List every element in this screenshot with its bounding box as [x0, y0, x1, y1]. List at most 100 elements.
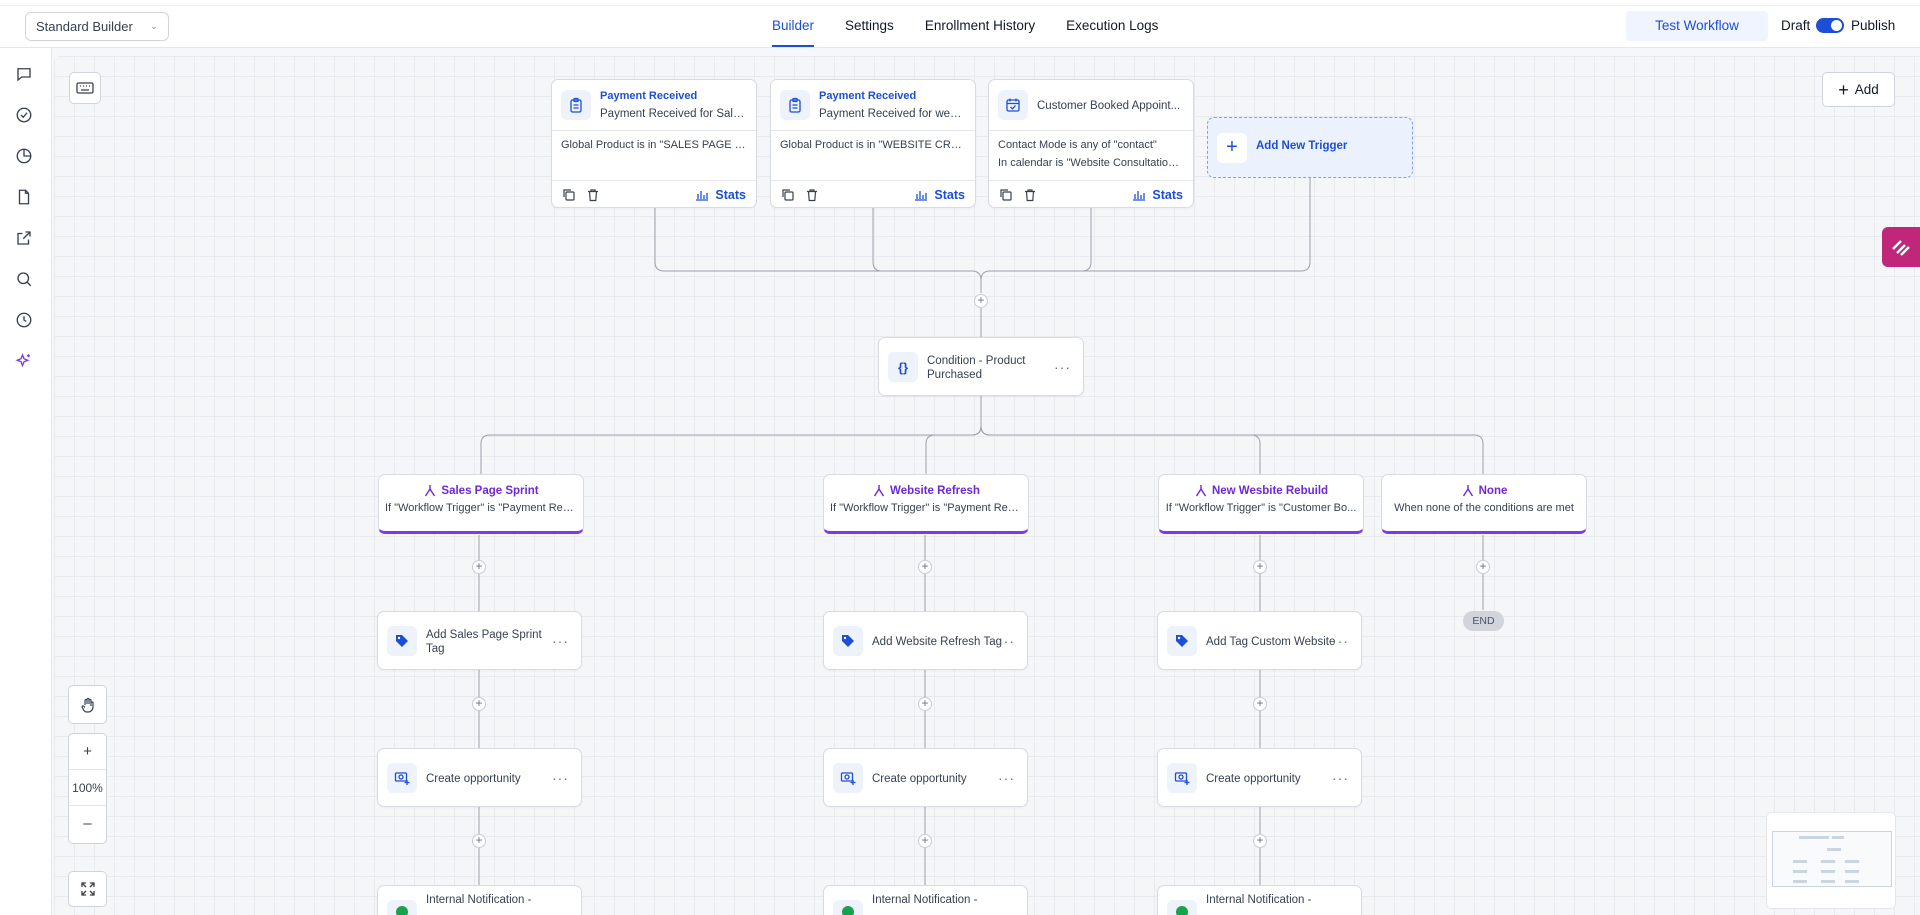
- opportunity-icon: [387, 763, 417, 793]
- add-button[interactable]: + Add: [1822, 72, 1895, 107]
- add-step-plus[interactable]: +: [1253, 834, 1267, 848]
- search-icon[interactable]: [15, 270, 35, 290]
- stats-button[interactable]: Stats: [914, 188, 965, 202]
- more-options-icon[interactable]: ···: [1054, 359, 1071, 375]
- stats-button[interactable]: Stats: [1132, 188, 1183, 202]
- external-link-icon[interactable]: [15, 229, 35, 249]
- tab-execution-logs[interactable]: Execution Logs: [1066, 0, 1158, 48]
- divider: [989, 180, 1193, 181]
- add-step-plus[interactable]: +: [918, 560, 932, 574]
- check-circle-icon[interactable]: [15, 106, 35, 126]
- branch-none[interactable]: None When none of the conditions are met: [1381, 474, 1587, 534]
- branch-icon: [425, 485, 436, 497]
- branch-icon: [873, 485, 885, 497]
- trash-icon[interactable]: [1023, 188, 1037, 202]
- add-step-plus[interactable]: +: [918, 697, 932, 711]
- plus-icon: +: [1217, 133, 1247, 163]
- ai-sparkle-icon[interactable]: [15, 352, 35, 372]
- tab-enrollment-history[interactable]: Enrollment History: [925, 0, 1035, 48]
- action-internal-notification[interactable]: Internal Notification -: [823, 885, 1028, 915]
- pie-chart-icon[interactable]: [15, 147, 35, 167]
- action-create-opportunity[interactable]: Create opportunity ···: [377, 748, 582, 807]
- more-options-icon[interactable]: ···: [998, 633, 1015, 649]
- add-step-plus[interactable]: +: [974, 294, 988, 308]
- brand-widget-tab[interactable]: [1882, 227, 1920, 267]
- history-icon[interactable]: [15, 311, 35, 331]
- trigger-card-2[interactable]: Payment Received Payment Received for we…: [770, 79, 976, 208]
- plus-icon: +: [1838, 79, 1849, 100]
- action-add-tag[interactable]: Add Sales Page Sprint Tag ···: [377, 611, 582, 670]
- action-internal-notification[interactable]: Internal Notification -: [1157, 885, 1362, 915]
- add-step-plus[interactable]: +: [472, 834, 486, 848]
- minimap-node: [1821, 870, 1835, 873]
- action-internal-notification[interactable]: Internal Notification -: [377, 885, 582, 915]
- add-new-trigger-label: Add New Trigger: [1256, 140, 1348, 152]
- more-options-icon[interactable]: ···: [1332, 633, 1349, 649]
- trigger-card-1[interactable]: Payment Received Payment Received for Sa…: [551, 79, 757, 208]
- bar-chart-icon: [696, 191, 709, 201]
- more-options-icon[interactable]: ···: [552, 770, 569, 786]
- minimap-node: [1821, 880, 1835, 883]
- branch-sales-page-sprint[interactable]: Sales Page Sprint If "Workflow Trigger" …: [378, 474, 584, 534]
- add-step-plus[interactable]: +: [472, 697, 486, 711]
- branch-title: Sales Page Sprint: [441, 485, 539, 497]
- opportunity-icon: [1167, 763, 1197, 793]
- publish-label: Publish: [1851, 18, 1896, 33]
- condition-label-line1: Condition - Product: [927, 355, 1026, 367]
- add-step-plus[interactable]: +: [1476, 560, 1490, 574]
- stats-button[interactable]: Stats: [695, 188, 746, 202]
- comment-icon[interactable]: [15, 65, 35, 85]
- trash-icon[interactable]: [805, 188, 819, 202]
- fit-view-button[interactable]: [68, 871, 107, 907]
- trigger-subtitle: Payment Received for webs...: [819, 108, 967, 120]
- trigger-title: Payment Received: [819, 90, 917, 102]
- action-create-opportunity[interactable]: Create opportunity ···: [1157, 748, 1362, 807]
- action-create-opportunity[interactable]: Create opportunity ···: [823, 748, 1028, 807]
- trigger-card-3[interactable]: Customer Booked Appoint... Contact Mode …: [988, 79, 1194, 208]
- add-step-plus[interactable]: +: [1253, 697, 1267, 711]
- copy-icon[interactable]: [781, 188, 795, 202]
- minimap-node: [1793, 880, 1807, 883]
- file-icon[interactable]: [15, 188, 35, 208]
- zoom-out-button[interactable]: –: [69, 806, 106, 842]
- branch-subtitle: If "Workflow Trigger" is "Payment Rec...: [830, 502, 1022, 514]
- copy-icon[interactable]: [562, 188, 576, 202]
- add-button-label: Add: [1854, 82, 1879, 97]
- keyboard-shortcuts-button[interactable]: [69, 72, 101, 104]
- more-options-icon[interactable]: ···: [1332, 770, 1349, 786]
- trigger-subtitle: Customer Booked Appoint...: [1037, 100, 1181, 112]
- add-new-trigger-button[interactable]: + Add New Trigger: [1207, 117, 1413, 178]
- top-bar: Standard Builder ⌄ Builder Settings Enro…: [0, 0, 1920, 48]
- bar-chart-icon: [915, 191, 928, 201]
- tab-settings[interactable]: Settings: [845, 0, 894, 48]
- minimap-node: [1799, 836, 1829, 839]
- branch-new-website-rebuild[interactable]: New Wesbite Rebuild If "Workflow Trigger…: [1158, 474, 1364, 534]
- test-workflow-button[interactable]: Test Workflow: [1626, 11, 1768, 41]
- more-options-icon[interactable]: ···: [998, 770, 1015, 786]
- zoom-in-button[interactable]: +: [69, 734, 106, 770]
- add-step-plus[interactable]: +: [1253, 560, 1267, 574]
- builder-mode-select[interactable]: Standard Builder ⌄: [25, 12, 169, 41]
- minimap[interactable]: [1766, 812, 1896, 909]
- tab-builder[interactable]: Builder: [772, 0, 815, 48]
- add-step-plus[interactable]: +: [918, 834, 932, 848]
- minimap-viewport[interactable]: [1772, 831, 1892, 887]
- pan-tool-button[interactable]: [68, 685, 107, 724]
- publish-toggle[interactable]: [1816, 18, 1844, 33]
- braces-icon: {}: [888, 352, 918, 382]
- action-label: Add Website Refresh Tag: [872, 636, 1002, 648]
- more-options-icon[interactable]: ···: [552, 633, 569, 649]
- trash-icon[interactable]: [586, 188, 600, 202]
- branch-title: New Wesbite Rebuild: [1211, 485, 1329, 497]
- condition-node[interactable]: {} Condition - Product Purchased ···: [878, 337, 1084, 396]
- action-add-tag[interactable]: Add Website Refresh Tag ···: [823, 611, 1028, 670]
- action-label: Add Tag Custom Website: [1206, 636, 1336, 648]
- copy-icon[interactable]: [999, 188, 1013, 202]
- bar-chart-icon: [1133, 191, 1146, 201]
- stats-label: Stats: [715, 188, 746, 202]
- trigger-subtitle: Payment Received for Sales...: [600, 108, 748, 120]
- add-step-plus[interactable]: +: [472, 560, 486, 574]
- action-add-tag[interactable]: Add Tag Custom Website ···: [1157, 611, 1362, 670]
- calendar-check-icon: [998, 90, 1028, 120]
- branch-website-refresh[interactable]: Website Refresh If "Workflow Trigger" is…: [823, 474, 1029, 534]
